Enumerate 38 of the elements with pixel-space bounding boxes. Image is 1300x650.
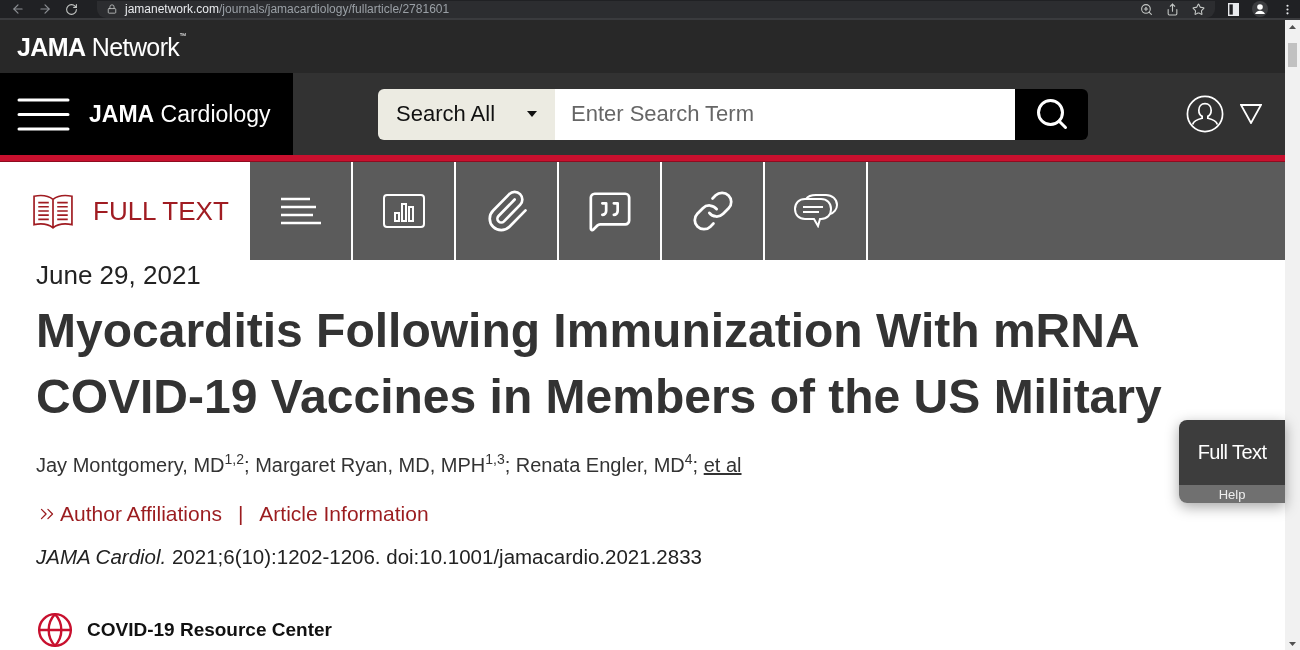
link-separator: |	[237, 501, 244, 527]
dropdown-triangle-icon[interactable]	[1240, 104, 1262, 124]
article-information-link[interactable]: Article Information	[259, 501, 429, 527]
resource-center-link[interactable]: COVID-19 Resource Center	[87, 618, 332, 642]
scrollbar-thumb[interactable]	[1288, 43, 1297, 67]
et-al-link[interactable]: et al	[703, 454, 742, 476]
globe-icon	[36, 611, 74, 649]
url-text: jamanetwork.com/journals/jamacardiology/fullarticle/2781601	[125, 2, 450, 16]
search-scope-select[interactable]: Search All	[378, 88, 555, 140]
user-icon[interactable]	[1186, 95, 1224, 133]
sidebar-icon[interactable]	[1228, 2, 1239, 16]
menu-icon[interactable]	[17, 97, 70, 131]
star-icon[interactable]	[1192, 2, 1205, 16]
chat-bubbles-icon	[793, 194, 838, 228]
address-bar[interactable]: jamanetwork.com/journals/jamacardiology/fullarticle/2781601	[97, 0, 1215, 18]
link-icon	[690, 189, 735, 233]
zoom-icon[interactable]	[1140, 2, 1153, 16]
citation: JAMA Cardiol. 2021;6(10):1202-1206. doi:10.1001/jamacardio.2021.2833	[36, 544, 703, 570]
help-button[interactable]: Help	[1179, 485, 1285, 503]
article-title: Myocarditis Following Immunization With mRNA COVID-19 Vaccines in Members of the US Military	[36, 303, 1163, 425]
publication-date: June 29, 2021	[36, 260, 202, 290]
bar-chart-icon	[382, 194, 425, 228]
text-lines-icon	[279, 197, 322, 225]
caret-icon	[527, 111, 537, 117]
share-icon[interactable]	[1166, 2, 1179, 16]
scroll-up-arrow-icon[interactable]	[1289, 25, 1296, 29]
full-text-button[interactable]: Full Text	[1179, 420, 1285, 485]
network-logo[interactable]: JAMA Network$^{™}$	[17, 31, 186, 62]
author-affiliations-link[interactable]: Author Affiliations	[60, 501, 222, 527]
search-field[interactable]: Enter Search Term	[555, 88, 1015, 140]
book-icon	[33, 193, 73, 229]
search-button[interactable]	[1015, 88, 1088, 140]
journal-title[interactable]: JAMA Cardiology	[89, 100, 271, 128]
lock-icon	[107, 4, 117, 14]
reload-icon[interactable]	[65, 2, 78, 16]
tab[interactable]: FULL TEXT	[0, 162, 250, 260]
scroll-down-arrow-icon[interactable]	[1289, 642, 1296, 646]
profile-icon[interactable]	[1252, 1, 1268, 17]
